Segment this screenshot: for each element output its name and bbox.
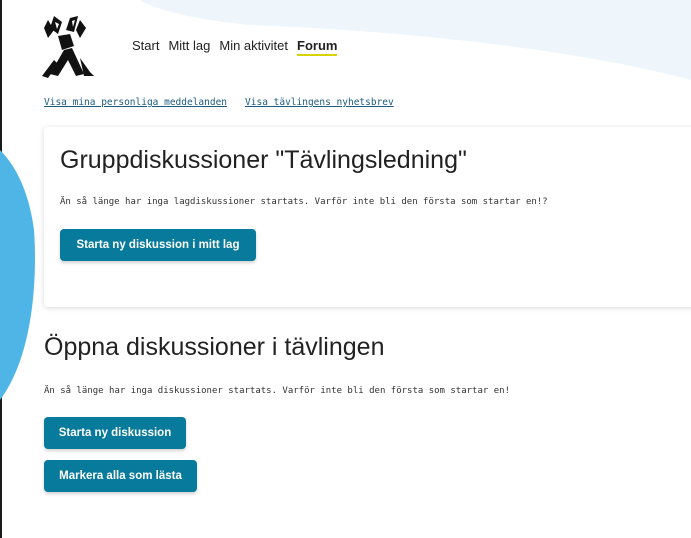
- open-discussions-title: Öppna diskussioner i tävlingen: [44, 333, 385, 361]
- group-empty-text: Än så länge har inga lagdiskussioner sta…: [60, 197, 548, 207]
- mark-all-read-button[interactable]: Markera alla som lästa: [44, 460, 197, 492]
- forum-links: Visa mina personliga meddelanden Visa tä…: [44, 97, 394, 108]
- group-discussions-card: Gruppdiskussioner "Tävlingsledning" Än s…: [44, 127, 691, 307]
- nav-item-forum[interactable]: Forum: [297, 38, 338, 56]
- nav-item-min-aktivitet[interactable]: Min aktivitet: [219, 38, 288, 53]
- site-header: Start Mitt lag Min aktivitet Forum: [0, 0, 691, 90]
- personal-messages-link[interactable]: Visa mina personliga meddelanden: [44, 97, 227, 108]
- group-discussions-title: Gruppdiskussioner "Tävlingsledning": [60, 146, 467, 174]
- main-nav: Start Mitt lag Min aktivitet Forum: [132, 38, 346, 56]
- nav-item-mitt-lag[interactable]: Mitt lag: [168, 38, 210, 53]
- site-logo-icon[interactable]: [40, 14, 98, 78]
- start-discussion-button[interactable]: Starta ny diskussion: [44, 417, 186, 449]
- start-team-discussion-button[interactable]: Starta ny diskussion i mitt lag: [60, 229, 256, 261]
- open-empty-text: Än så länge har inga diskussioner starta…: [44, 386, 510, 396]
- nav-item-start[interactable]: Start: [132, 38, 159, 53]
- newsletter-link[interactable]: Visa tävlingens nyhetsbrev: [245, 97, 394, 108]
